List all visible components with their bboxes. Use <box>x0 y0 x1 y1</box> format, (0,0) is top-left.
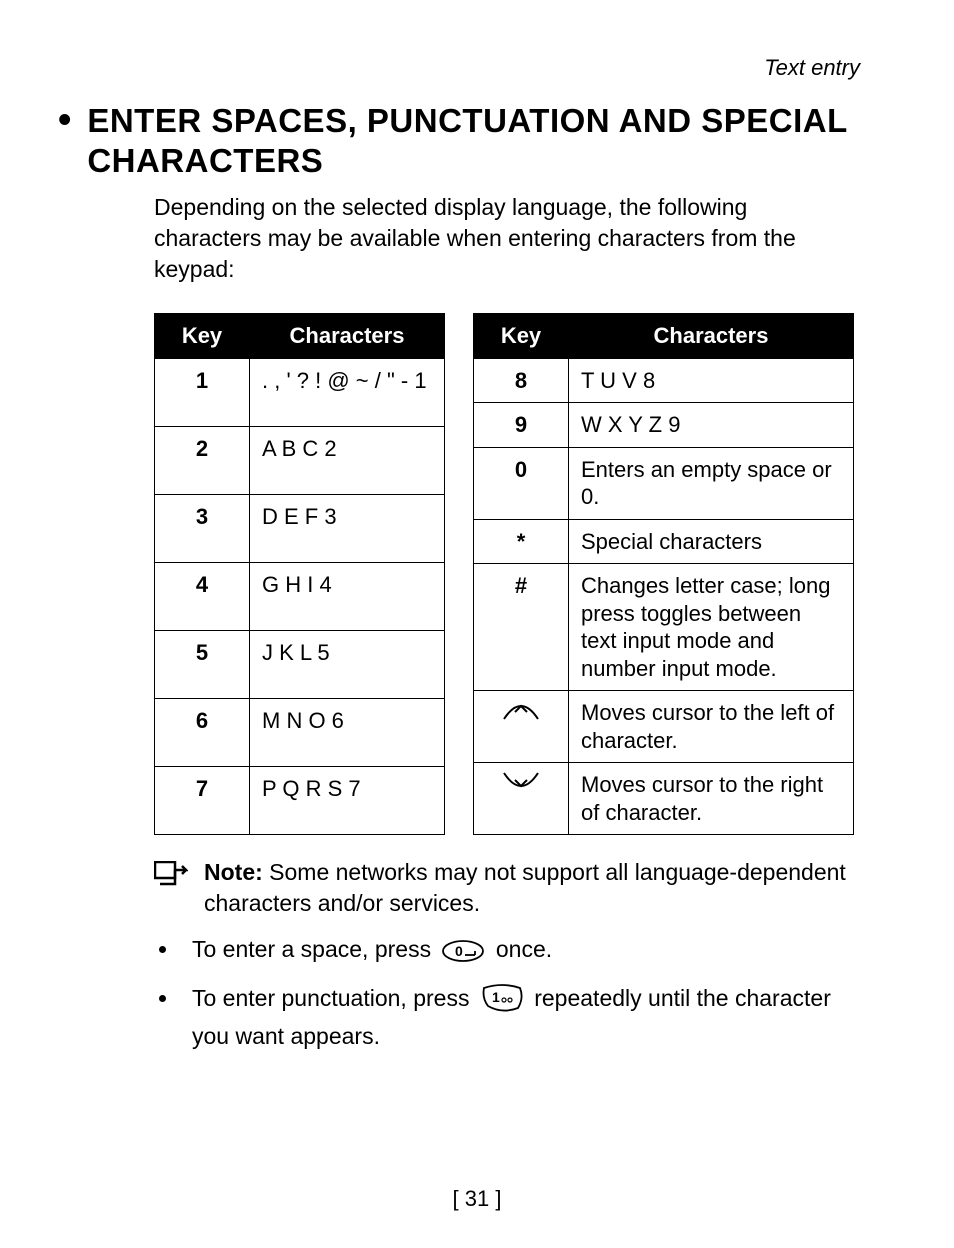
chars-cell: P Q R S 7 <box>250 767 445 835</box>
key-cell: 6 <box>155 699 250 767</box>
key-cell: 2 <box>155 426 250 494</box>
table-row: *Special characters <box>474 519 854 564</box>
chars-cell: M N O 6 <box>250 699 445 767</box>
section-heading: ENTER SPACES, PUNCTUATION AND SPECIAL CH… <box>87 101 860 180</box>
list-item: To enter a space, press 0 once. <box>180 933 860 971</box>
chars-cell: T U V 8 <box>569 358 854 403</box>
table-row: Moves cursor to the left of character. <box>474 691 854 763</box>
table-row: 2A B C 2 <box>155 426 445 494</box>
table-row: 4G H I 4 <box>155 563 445 631</box>
chars-cell: Enters an empty space or 0. <box>569 447 854 519</box>
down-arrow-icon <box>474 763 569 835</box>
chars-cell: D E F 3 <box>250 494 445 562</box>
table-row: 3D E F 3 <box>155 494 445 562</box>
chars-cell: Changes letter case; long press toggles … <box>569 564 854 691</box>
table-row: 1. , ' ? ! @ ~ / " - 1 <box>155 358 445 426</box>
note-body: Some networks may not support all langua… <box>204 859 846 916</box>
key-cell: * <box>474 519 569 564</box>
one-key-icon: 1 <box>480 984 524 1020</box>
keypad-table-left: Key Characters 1. , ' ? ! @ ~ / " - 1 2A… <box>154 313 445 835</box>
table-row: 9W X Y Z 9 <box>474 403 854 448</box>
key-cell: 7 <box>155 767 250 835</box>
table-row: Moves cursor to the right of character. <box>474 763 854 835</box>
note-label: Note: <box>204 859 263 885</box>
key-cell: 1 <box>155 358 250 426</box>
page-number: [ 31 ] <box>0 1186 954 1212</box>
chars-cell: J K L 5 <box>250 631 445 699</box>
svg-text:1: 1 <box>492 989 500 1005</box>
key-cell: # <box>474 564 569 691</box>
chars-cell: G H I 4 <box>250 563 445 631</box>
table-row: 5J K L 5 <box>155 631 445 699</box>
chars-cell: W X Y Z 9 <box>569 403 854 448</box>
running-header: Text entry <box>94 55 860 81</box>
key-cell: 9 <box>474 403 569 448</box>
chars-cell: . , ' ? ! @ ~ / " - 1 <box>250 358 445 426</box>
key-cell: 0 <box>474 447 569 519</box>
instr-text: To enter a space, press <box>192 936 437 962</box>
chars-cell: Moves cursor to the right of character. <box>569 763 854 835</box>
zero-key-icon: 0 <box>441 939 485 971</box>
th-key: Key <box>155 314 250 359</box>
key-cell: 8 <box>474 358 569 403</box>
table-row: 8T U V 8 <box>474 358 854 403</box>
section-bullet: • <box>58 101 71 139</box>
table-row: 6M N O 6 <box>155 699 445 767</box>
th-key: Key <box>474 314 569 359</box>
note-icon <box>154 861 188 892</box>
table-row: #Changes letter case; long press toggles… <box>474 564 854 691</box>
chars-cell: Moves cursor to the left of character. <box>569 691 854 763</box>
keypad-table-right: Key Characters 8T U V 8 9W X Y Z 9 0Ente… <box>473 313 854 835</box>
th-chars: Characters <box>250 314 445 359</box>
instr-text: once. <box>496 936 552 962</box>
table-row: 7P Q R S 7 <box>155 767 445 835</box>
key-cell: 5 <box>155 631 250 699</box>
svg-text:0: 0 <box>455 943 463 959</box>
list-item: To enter punctuation, press 1 repeatedly… <box>180 982 860 1052</box>
chars-cell: Special characters <box>569 519 854 564</box>
instruction-list: To enter a space, press 0 once. To enter… <box>154 933 860 1052</box>
table-row: 0Enters an empty space or 0. <box>474 447 854 519</box>
up-arrow-icon <box>474 691 569 763</box>
chars-cell: A B C 2 <box>250 426 445 494</box>
intro-paragraph: Depending on the selected display langua… <box>154 192 860 285</box>
note-text: Note: Some networks may not support all … <box>204 857 860 919</box>
key-cell: 4 <box>155 563 250 631</box>
th-chars: Characters <box>569 314 854 359</box>
key-cell: 3 <box>155 494 250 562</box>
instr-text: To enter punctuation, press <box>192 985 476 1011</box>
